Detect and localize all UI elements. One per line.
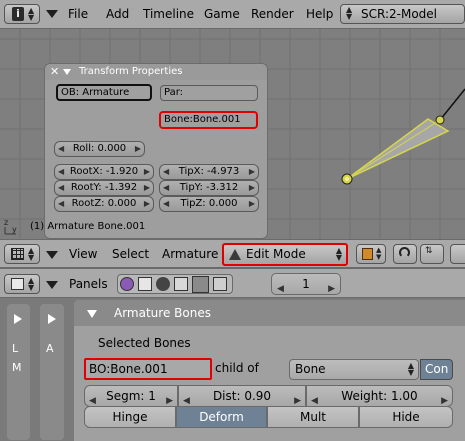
deform-toggle[interactable]: Deform (176, 406, 267, 428)
tipx-field[interactable]: ◀ TipX: -4.973 ▶ (159, 164, 259, 180)
connected-label: Con (425, 362, 449, 376)
menu-armature[interactable]: Armature (162, 240, 218, 268)
tab-label-l: L (12, 342, 19, 355)
rootz-field[interactable]: ◀ RootZ: 0.000 ▶ (54, 196, 154, 212)
collapse-menu-icon[interactable] (46, 10, 58, 18)
tab-strip-1[interactable]: L M (7, 304, 30, 440)
parent-field[interactable]: Par: (160, 85, 258, 101)
chevron-updown-icon: ▲ ▼ (335, 246, 342, 262)
buttons-header: ▲ ▼ Panels ◀ 1 ▶ (0, 268, 465, 298)
connected-toggle[interactable]: Con (420, 359, 453, 380)
panel-header[interactable]: ✕ Transform Properties (45, 64, 267, 80)
collapse-menu-icon[interactable] (46, 281, 58, 289)
segments-field[interactable]: ◀ Segm: 1 ▶ (84, 385, 178, 407)
properties-icon (11, 278, 24, 290)
bone-name-text: BO:Bone.001 (89, 362, 168, 376)
mode-selector[interactable]: Edit Mode ▲ ▼ (222, 243, 348, 266)
rootx-field[interactable]: ◀ RootX: -1.920 ▶ (54, 164, 154, 180)
panel-title: Armature Bones (114, 306, 211, 320)
chevron-updown-icon: ▲ ▼ (376, 246, 382, 261)
buttons-window: L M A Armature Bones Selected Bones BO:B… (0, 298, 465, 441)
logic-icon[interactable] (120, 277, 134, 291)
mode-label: Edit Mode (246, 247, 306, 261)
menu-file[interactable]: File (68, 0, 88, 28)
roll-field[interactable]: ◀ Roll: 0.000 ▶ (54, 141, 145, 157)
tab-label-m: M (12, 361, 22, 374)
view-editor-type-button[interactable]: ▲ ▼ (4, 244, 40, 264)
tab-label-a: A (46, 342, 54, 355)
axis-y-label: y (12, 225, 17, 234)
object-icon[interactable] (174, 277, 188, 291)
context-buttons (117, 274, 233, 294)
viewport-status: (1) Armature Bone.001 (30, 221, 146, 232)
menu-help[interactable]: Help (306, 0, 333, 28)
rooty-field[interactable]: ◀ RootY: -1.392 ▶ (54, 180, 154, 196)
layer-button[interactable] (450, 244, 465, 264)
chevron-updown-icon: ▲ ▼ (28, 246, 35, 262)
selected-bones-label: Selected Bones (98, 336, 191, 350)
manipulator-toggle[interactable] (393, 244, 417, 264)
child-of-label: child of (215, 361, 259, 375)
bone-name-field[interactable]: Bone:Bone.001 (159, 111, 258, 129)
parent-bone-select[interactable]: Bone ▲ ▼ (289, 359, 419, 380)
tab-strip-2[interactable]: A (40, 304, 64, 440)
chevron-updown-icon: ▲ ▼ (346, 5, 353, 21)
menu-timeline[interactable]: Timeline (143, 0, 194, 28)
editing-icon[interactable] (192, 276, 209, 293)
collapse-icon[interactable] (63, 69, 71, 75)
tipz-field[interactable]: ◀ TipZ: 0.000 ▶ (159, 196, 259, 212)
panels-label[interactable]: Panels (69, 270, 108, 298)
axis-z-label: z (4, 218, 9, 227)
editor-type-button[interactable]: i ▲ ▼ (4, 4, 40, 24)
distance-field[interactable]: ◀ Dist: 0.90 ▶ (178, 385, 306, 407)
transform-properties-panel[interactable]: ✕ Transform Properties OB: Armature Par:… (44, 63, 268, 239)
bone-name-field[interactable]: BO:Bone.001 (84, 358, 212, 380)
transform-mode-button[interactable]: ⇅ (420, 244, 444, 264)
tipy-field[interactable]: ◀ TipY: -3.312 ▶ (159, 180, 259, 196)
weight-field[interactable]: ◀ Weight: 1.00 ▶ (306, 385, 453, 407)
edit-mode-icon (229, 249, 241, 260)
collapse-icon[interactable] (87, 310, 97, 318)
pivot-button[interactable]: ▲ ▼ (356, 244, 386, 264)
panel-title: Transform Properties (79, 66, 183, 77)
hinge-toggle[interactable]: Hinge (84, 406, 176, 428)
menu-view[interactable]: View (69, 240, 97, 268)
armature-bones-header[interactable]: Armature Bones (74, 300, 465, 326)
selected-bone (346, 118, 450, 180)
chevron-updown-icon: ▲ ▼ (407, 361, 414, 377)
scene-icon[interactable] (213, 277, 227, 291)
chevron-updown-icon: ▲ ▼ (28, 276, 35, 292)
collapse-arrow-icon[interactable] (48, 314, 56, 324)
hide-toggle[interactable]: Hide (359, 406, 453, 428)
shading-icon[interactable] (156, 277, 170, 291)
chevron-updown-icon: ▲ ▼ (28, 6, 35, 22)
pivot-icon (362, 248, 373, 260)
screen-selector[interactable]: ▲ ▼ SCR:2-Model (340, 4, 465, 24)
collapse-menu-icon[interactable] (46, 251, 58, 259)
view-header: ▲ ▼ View Select Armature Edit Mode ▲ ▼ ▲ ▼ … (0, 239, 465, 268)
parent-bone-text: Bone (295, 362, 326, 376)
manipulator-icon (399, 247, 410, 258)
collapse-arrow-icon[interactable] (14, 314, 22, 324)
buttons-editor-type-button[interactable]: ▲ ▼ (4, 274, 40, 294)
menu-select[interactable]: Select (112, 240, 149, 268)
menu-add[interactable]: Add (106, 0, 129, 28)
arrows-icon: ⇅ (425, 246, 433, 256)
close-icon[interactable]: ✕ (50, 65, 59, 78)
menu-render[interactable]: Render (251, 0, 294, 28)
object-name-field[interactable]: OB: Armature (56, 84, 152, 101)
frame-number-field[interactable]: ◀ 1 ▶ (271, 273, 341, 295)
script-icon[interactable] (138, 277, 152, 291)
info-icon: i (12, 7, 24, 21)
menu-game[interactable]: Game (204, 0, 240, 28)
armature-bones-panel: Armature Bones Selected Bones BO:Bone.00… (74, 300, 465, 441)
3d-viewport[interactable]: ✕ Transform Properties OB: Armature Par:… (0, 29, 465, 239)
grid-icon (11, 248, 24, 260)
mult-toggle[interactable]: Mult (267, 406, 359, 428)
top-header: i ▲ ▼ File Add Timeline Game Render Help … (0, 0, 465, 29)
screen-name: SCR:2-Model (361, 7, 438, 21)
